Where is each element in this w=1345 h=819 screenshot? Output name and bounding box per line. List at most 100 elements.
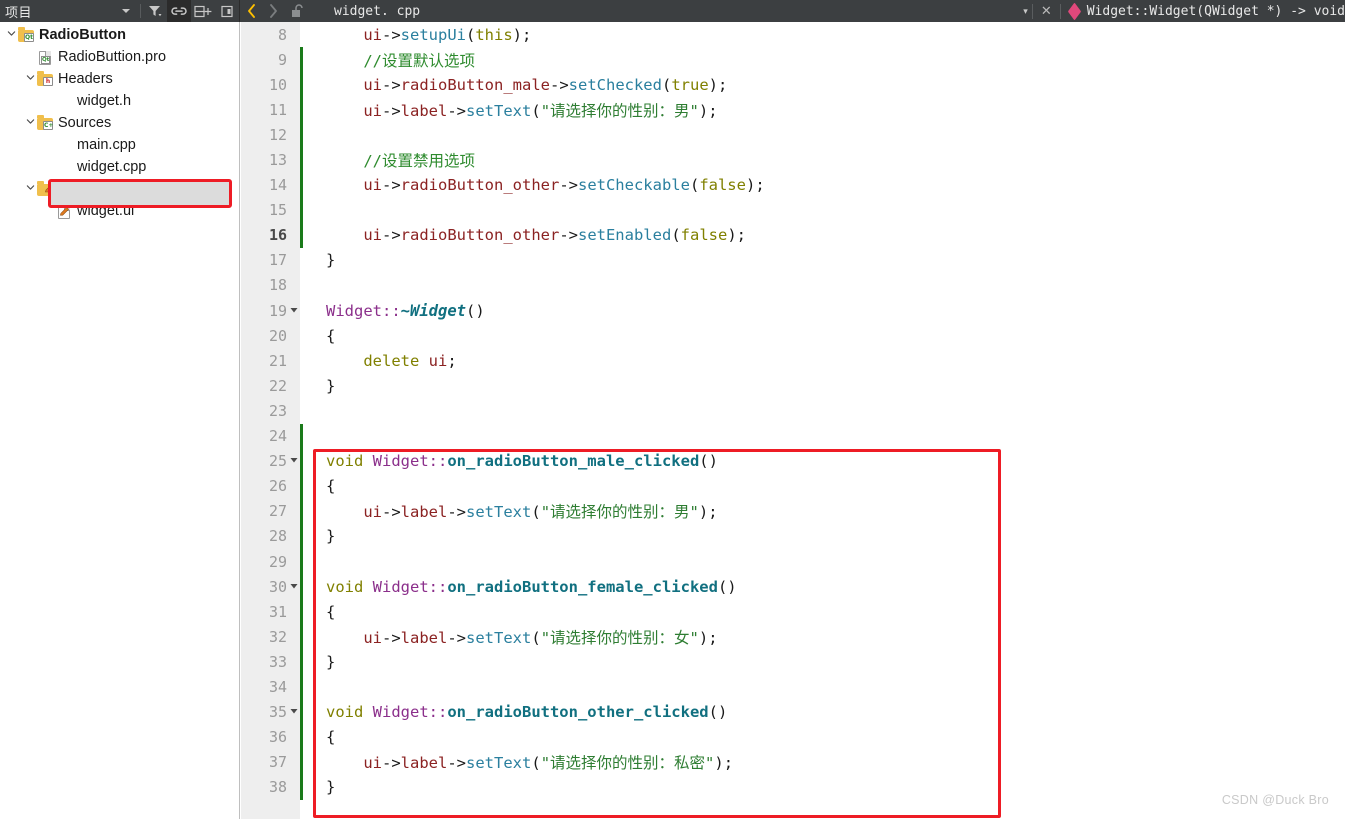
tree-item-widget-cpp[interactable]: widget.cpp: [0, 156, 239, 178]
line-number: 32: [268, 627, 287, 646]
line-number: 24: [268, 427, 287, 446]
code-line[interactable]: 32 ui->label->setText("请选择你的性别：女");: [241, 624, 1345, 649]
expand-chevron-icon[interactable]: [23, 117, 37, 129]
close-split-icon[interactable]: [215, 0, 239, 22]
code-editor[interactable]: 8 ui->setupUi(this); 9 //设置默认选项 10 ui->rad…: [241, 22, 1345, 819]
fold-marker-icon[interactable]: [287, 707, 300, 717]
chevron-down-icon[interactable]: [114, 0, 138, 22]
code-text: //设置默认选项: [363, 51, 475, 70]
code-line[interactable]: 16 ui->radioButton_other->setEnabled(fal…: [241, 223, 1345, 248]
expand-chevron-icon[interactable]: [23, 183, 37, 195]
tree-item-widget-h[interactable]: widget.h: [0, 90, 239, 112]
change-marker: [300, 423, 303, 801]
code-text: ui->radioButton_other->setCheckable(fals…: [363, 176, 765, 195]
line-number: 20: [268, 326, 287, 345]
project-panel-title: 项目: [5, 5, 33, 21]
tree-item-main-cpp[interactable]: main.cpp: [0, 134, 239, 156]
code-line[interactable]: 13 //设置禁用选项: [241, 147, 1345, 172]
line-number: 9: [277, 50, 287, 69]
code-line[interactable]: 15: [241, 198, 1345, 223]
file-dropdown-arrow-icon[interactable]: ▾: [1023, 6, 1032, 17]
line-number: 34: [268, 677, 287, 696]
line-number: 21: [268, 351, 287, 370]
code-line[interactable]: 23: [241, 398, 1345, 423]
tree-item-label: widget.h: [77, 93, 132, 109]
code-text: void Widget::on_radioButton_male_clicked…: [326, 452, 718, 471]
code-text: ui->radioButton_other->setEnabled(false)…: [363, 226, 746, 245]
line-number: 36: [268, 728, 287, 747]
code-line[interactable]: 34: [241, 674, 1345, 699]
tree-item-headers[interactable]: h Headers: [0, 68, 239, 90]
tree-item-label: main.cpp: [77, 137, 136, 153]
code-line[interactable]: 12: [241, 122, 1345, 147]
line-number: 35: [268, 703, 287, 722]
line-number: 12: [268, 125, 287, 144]
code-line[interactable]: 19 Widget::~Widget(): [241, 298, 1345, 323]
code-line[interactable]: 37 ui->label->setText("请选择你的性别：私密");: [241, 750, 1345, 775]
code-line[interactable]: 22}: [241, 373, 1345, 398]
code-line[interactable]: 31 {: [241, 599, 1345, 624]
code-line[interactable]: 20 {: [241, 323, 1345, 348]
code-text: ui->label->setText("请选择你的性别：女");: [363, 628, 718, 647]
code-line[interactable]: 24: [241, 424, 1345, 449]
line-number: 8: [277, 25, 287, 44]
tree-item-sources[interactable]: C+ Sources: [0, 112, 239, 134]
fold-marker-icon[interactable]: [287, 306, 300, 316]
line-number: 16: [268, 226, 287, 245]
open-file-name[interactable]: widget. cpp: [334, 4, 420, 19]
code-text: {: [326, 728, 336, 747]
code-line[interactable]: 36 {: [241, 725, 1345, 750]
close-file-button[interactable]: ✕: [1033, 4, 1060, 19]
line-number: 11: [268, 100, 287, 119]
project-panel-header: 项目: [0, 0, 240, 22]
top-toolbar: 项目 widget. cpp ▾ ✕ Widget::Widget(QWidge…: [0, 0, 1345, 22]
code-line[interactable]: 11 ui->label->setText("请选择你的性别：男");: [241, 97, 1345, 122]
line-number: 15: [268, 201, 287, 220]
symbol-selector[interactable]: Widget::Widget(QWidget *) -> void: [1061, 2, 1345, 20]
line-number: 30: [268, 577, 287, 596]
code-line[interactable]: 8 ui->setupUi(this);: [241, 22, 1345, 47]
code-line[interactable]: 9 //设置默认选项: [241, 47, 1345, 72]
expand-chevron-icon[interactable]: [23, 73, 37, 85]
code-line[interactable]: 26 {: [241, 474, 1345, 499]
code-line[interactable]: 14 ui->radioButton_other->setCheckable(f…: [241, 173, 1345, 198]
folder-sources-icon: C+: [37, 114, 54, 131]
code-line[interactable]: 35 void Widget::on_radioButton_other_clic…: [241, 700, 1345, 725]
fold-marker-icon[interactable]: [287, 582, 300, 592]
tree-item-label: RadioButtion.pro: [58, 49, 167, 65]
code-text: {: [326, 477, 336, 496]
code-line[interactable]: 38}: [241, 775, 1345, 800]
code-text: //设置禁用选项: [363, 152, 475, 171]
filter-icon[interactable]: [143, 0, 167, 22]
line-number: 27: [268, 502, 287, 521]
code-line[interactable]: 27 ui->label->setText("请选择你的性别：男");: [241, 499, 1345, 524]
code-line[interactable]: 28}: [241, 524, 1345, 549]
code-line[interactable]: 21 delete ui;: [241, 348, 1345, 373]
code-line[interactable]: 10 ui->radioButton_male->setChecked(true…: [241, 72, 1345, 97]
code-line[interactable]: 29: [241, 549, 1345, 574]
change-marker: [300, 47, 303, 248]
editor-toolbar: widget. cpp ▾ ✕ Widget::Widget(QWidget *…: [240, 0, 1345, 22]
split-add-icon[interactable]: [191, 0, 215, 22]
navigate-forward-icon[interactable]: [262, 0, 284, 22]
code-text: void Widget::on_radioButton_female_click…: [326, 577, 737, 596]
code-line[interactable]: 17}: [241, 248, 1345, 273]
fold-marker-icon[interactable]: [287, 456, 300, 466]
symbol-marker-icon: [1067, 2, 1081, 20]
code-text: ui->label->setText("请选择你的性别：私密");: [363, 754, 734, 773]
line-number: 38: [268, 778, 287, 797]
code-line[interactable]: 30 void Widget::on_radioButton_female_cli…: [241, 574, 1345, 599]
line-number: 13: [268, 151, 287, 170]
tree-item-radiobutton[interactable]: Qt RadioButton: [0, 24, 239, 46]
line-number: 33: [268, 652, 287, 671]
expand-chevron-icon[interactable]: [4, 29, 18, 41]
tree-item-radiobuttion-pro[interactable]: Qt RadioButtion.pro: [0, 46, 239, 68]
navigate-back-icon[interactable]: [240, 0, 262, 22]
line-number: 18: [268, 276, 287, 295]
unlocked-padlock-icon[interactable]: [284, 4, 310, 18]
code-line[interactable]: 18: [241, 273, 1345, 298]
link-sync-icon[interactable]: [167, 0, 191, 22]
code-line[interactable]: 33}: [241, 649, 1345, 674]
code-line[interactable]: 25 void Widget::on_radioButton_male_click…: [241, 449, 1345, 474]
code-text: ui->setupUi(this);: [363, 25, 532, 44]
